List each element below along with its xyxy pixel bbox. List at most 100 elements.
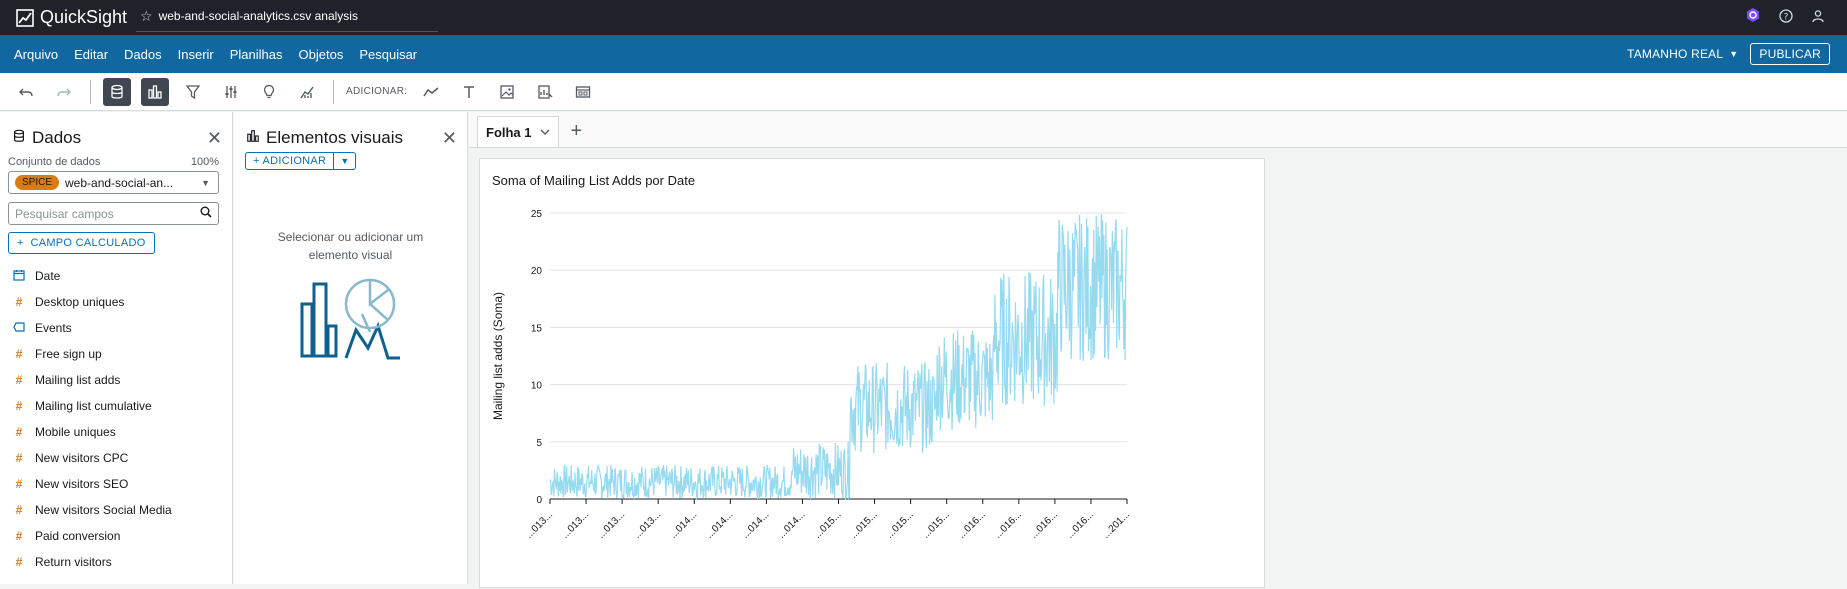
- x-tick-label: ...014...: [704, 509, 735, 540]
- publish-button[interactable]: PUBLICAR: [1750, 43, 1830, 65]
- add-text-icon[interactable]: [455, 78, 483, 106]
- hash-icon: #: [15, 399, 23, 413]
- top-bar: QuickSight ☆ web-and-social-analytics.cs…: [0, 0, 1847, 35]
- field-item[interactable]: # Return visitors: [0, 549, 232, 575]
- analysis-title[interactable]: ☆ web-and-social-analytics.csv analysis: [136, 4, 438, 32]
- quicksight-logo[interactable]: QuickSight: [0, 7, 130, 28]
- field-item[interactable]: # Mailing list cumulative: [0, 393, 232, 419]
- x-tick-label: ...014...: [668, 509, 699, 540]
- spice-badge: SPICE: [15, 175, 60, 190]
- caret-down-icon: ▼: [1729, 49, 1739, 59]
- toolbar: ADICIONAR:: [0, 73, 1847, 111]
- tab-label: Folha 1: [486, 124, 532, 140]
- menu-arquivo[interactable]: Arquivo: [6, 47, 66, 62]
- field-item[interactable]: Events: [0, 315, 232, 341]
- field-item[interactable]: # Desktop uniques: [0, 289, 232, 315]
- chevron-down-icon[interactable]: [540, 127, 550, 138]
- field-item[interactable]: # Mobile uniques: [0, 419, 232, 445]
- close-icon[interactable]: ✕: [442, 128, 457, 149]
- y-tick-label: 5: [536, 438, 542, 449]
- visuals-panel-icon: [246, 129, 260, 148]
- search-placeholder: Pesquisar campos: [15, 206, 114, 221]
- menu-editar[interactable]: Editar: [66, 47, 116, 62]
- dataset-select[interactable]: SPICE web-and-social-an... ▼: [8, 171, 219, 194]
- x-tick-label: ...013...: [560, 509, 591, 540]
- y-tick-label: 25: [531, 209, 543, 220]
- filter-icon[interactable]: [179, 78, 207, 106]
- menu-objetos[interactable]: Objetos: [291, 47, 352, 62]
- menu-dados[interactable]: Dados: [116, 47, 170, 62]
- hash-icon: #: [15, 477, 23, 491]
- y-axis-label: Mailing list adds (Soma): [491, 292, 505, 420]
- dataset-icon[interactable]: [103, 77, 131, 106]
- series-line: [549, 214, 1128, 501]
- x-tick-label: ...015...: [848, 509, 879, 540]
- empty-state-message: Selecionar ou adicionar um elemento visu…: [277, 230, 424, 262]
- add-chart-icon[interactable]: [531, 78, 559, 106]
- insights-icon[interactable]: [255, 78, 283, 106]
- size-dropdown-label: TAMANHO REAL: [1627, 47, 1724, 61]
- add-visual-dropdown[interactable]: ▼: [334, 152, 357, 170]
- field-label: Date: [35, 269, 61, 283]
- calculated-field-button[interactable]: + CAMPO CALCULADO: [8, 232, 155, 254]
- data-panel: Dados ✕ Conjunto de dados 100% SPICE web…: [0, 112, 233, 584]
- add-embed-icon[interactable]: [569, 78, 597, 106]
- tag-icon: [12, 321, 26, 335]
- field-item[interactable]: # Mailing list adds: [0, 367, 232, 393]
- line-chart-visual[interactable]: Soma of Mailing List Adds por Date 0 5 10 1…: [479, 158, 1265, 588]
- amazon-q-icon[interactable]: [1745, 7, 1761, 28]
- star-icon[interactable]: ☆: [140, 8, 153, 25]
- help-icon[interactable]: ?: [1779, 9, 1793, 26]
- sheet-canvas: Folha 1 + Soma of Mailing List Adds por …: [469, 112, 1847, 588]
- add-line-icon[interactable]: [417, 78, 445, 106]
- line-chart: 0 5 10 15 20 25 Mailing list adds (Soma) ...013…: [491, 209, 1132, 541]
- data-panel-title: Dados: [32, 128, 82, 147]
- hash-icon: #: [15, 451, 23, 465]
- x-tick-label: ...013...: [524, 509, 555, 540]
- y-tick-label: 10: [531, 381, 543, 392]
- user-icon[interactable]: [1811, 9, 1825, 26]
- size-dropdown[interactable]: TAMANHO REAL ▼: [1627, 47, 1738, 61]
- menu-planilhas[interactable]: Planilhas: [222, 47, 291, 62]
- hash-icon: #: [15, 529, 23, 543]
- field-label: Events: [35, 321, 72, 335]
- search-icon: [200, 206, 212, 221]
- tab-folha-1[interactable]: Folha 1: [477, 116, 559, 147]
- add-sheet-icon[interactable]: +: [571, 120, 583, 147]
- caret-down-icon: ▼: [340, 156, 350, 166]
- x-tick-label: ...013...: [596, 509, 627, 540]
- visuals-panel-title: Elementos visuais: [266, 128, 404, 147]
- x-tick-label: ...014...: [776, 509, 807, 540]
- x-tick-label: ...015...: [920, 509, 951, 540]
- empty-state-illustration: [234, 276, 467, 381]
- forecast-icon[interactable]: [293, 78, 321, 106]
- field-label: New visitors CPC: [35, 451, 129, 465]
- add-visual-button[interactable]: + ADICIONAR: [245, 152, 335, 170]
- field-item[interactable]: # New visitors CPC: [0, 445, 232, 471]
- analysis-title-text: web-and-social-analytics.csv analysis: [158, 9, 358, 23]
- field-label: Free sign up: [35, 347, 102, 361]
- visualize-icon[interactable]: [141, 77, 169, 106]
- x-tick-label: ...016...: [1029, 509, 1060, 540]
- field-label: New visitors SEO: [35, 477, 129, 491]
- plus-icon: +: [17, 237, 24, 249]
- svg-text:?: ?: [1784, 13, 1789, 23]
- undo-icon[interactable]: [12, 78, 40, 106]
- field-item[interactable]: # Paid conversion: [0, 523, 232, 549]
- toolbar-divider: [90, 79, 91, 104]
- search-fields-input[interactable]: Pesquisar campos: [8, 202, 219, 225]
- add-visual-label: ADICIONAR: [262, 155, 327, 167]
- close-icon[interactable]: ✕: [207, 128, 222, 149]
- field-item[interactable]: # Free sign up: [0, 341, 232, 367]
- hash-icon: #: [15, 425, 23, 439]
- x-tick-label: ...014...: [740, 509, 771, 540]
- menu-pesquisar[interactable]: Pesquisar: [351, 47, 425, 62]
- field-item[interactable]: # New visitors SEO: [0, 471, 232, 497]
- field-item[interactable]: Date: [0, 263, 232, 289]
- field-item[interactable]: # New visitors Social Media: [0, 497, 232, 523]
- parameters-icon[interactable]: [217, 78, 245, 106]
- menu-inserir[interactable]: Inserir: [170, 47, 222, 62]
- redo-icon[interactable]: [50, 78, 78, 106]
- quicksight-logo-icon: [16, 8, 34, 27]
- add-image-icon[interactable]: [493, 78, 521, 106]
